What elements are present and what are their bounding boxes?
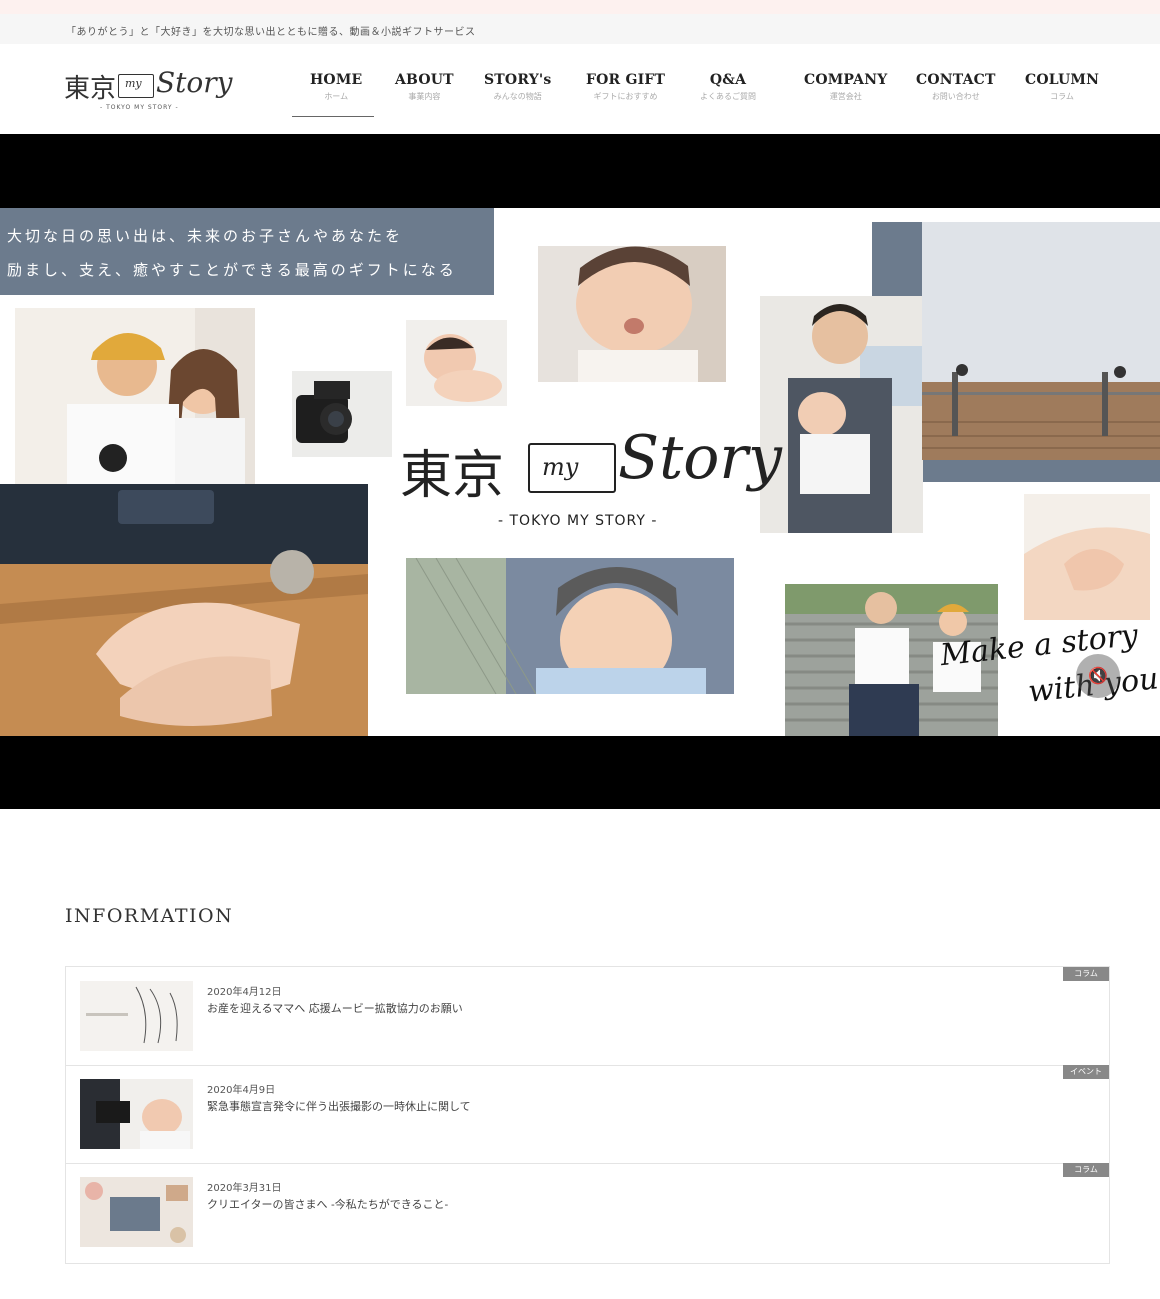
info-date: 2020年3月31日 — [207, 1183, 282, 1194]
nav-item-for-gift[interactable]: FOR GIFT ギフトにおすすめ — [586, 72, 665, 102]
hero-logo-book-text: my — [542, 453, 579, 481]
hero-logo-script: Story — [618, 423, 782, 493]
nav-item-stories[interactable]: STORY's みんなの物語 — [484, 72, 552, 102]
nav-sublabel: お問い合わせ — [931, 92, 980, 101]
nav-sublabel: 事業内容 — [408, 92, 441, 101]
photo-camera — [292, 371, 392, 457]
info-date: 2020年4月12日 — [207, 987, 282, 998]
nav-sublabel: みんなの物語 — [493, 92, 542, 101]
main-nav: HOME ホーム ABOUT 事業内容 STORY's みんなの物語 FOR GIFT… — [0, 72, 1160, 122]
hero-tagline-line2: 励まし、支え、癒やすことができる最高のギフトになる — [7, 261, 457, 279]
photo-observation-deck — [922, 222, 1160, 460]
nav-item-contact[interactable]: CONTACT お問い合わせ — [916, 72, 996, 102]
info-title[interactable]: 緊急事態宣言発令に伴う出張撮影の一時休止に関して — [207, 1098, 471, 1114]
nav-label: COMPANY — [804, 72, 888, 88]
hero-slogan: Make a story with you — [939, 618, 1160, 718]
nav-label: ABOUT — [395, 72, 454, 88]
hero-collage: 大切な日の思い出は、未来のお子さんやあなたを 励まし、支え、癒やすことができる最… — [0, 208, 1160, 736]
nav-label: HOME — [310, 72, 363, 88]
nav-sublabel: ギフトにおすすめ — [593, 92, 658, 101]
category-badge: イベント — [1063, 1065, 1109, 1079]
photo-baby-hand — [1024, 494, 1150, 620]
hero-tagline-box: 大切な日の思い出は、未来のお子さんやあなたを 励まし、支え、癒やすことができる最… — [0, 208, 494, 295]
information-heading: INFORMATION — [65, 905, 234, 927]
mute-icon[interactable]: 🔇 — [1076, 654, 1120, 698]
nav-item-qa[interactable]: Q&A よくあるご質問 — [700, 72, 756, 102]
hero-tagline-line1: 大切な日の思い出は、未来のお子さんやあなたを — [7, 227, 404, 245]
info-title[interactable]: お産を迎えるママへ 応援ムービー拡散協力のお願い — [207, 1000, 463, 1016]
hero-video[interactable]: 大切な日の思い出は、未来のお子さんやあなたを 励まし、支え、癒やすことができる最… — [0, 134, 1160, 809]
photo-baby-yawn — [538, 246, 726, 382]
thumbnail-image — [80, 1177, 193, 1247]
thumbnail-image — [80, 981, 193, 1051]
information-list: 2020年4月12日 お産を迎えるママへ 応援ムービー拡散協力のお願い コラム … — [65, 966, 1110, 1264]
top-accent-strip — [0, 0, 1160, 14]
nav-item-about[interactable]: ABOUT 事業内容 — [395, 72, 454, 102]
nav-sublabel: コラム — [1050, 92, 1074, 101]
nav-label: COLUMN — [1025, 72, 1100, 88]
nav-label: Q&A — [709, 72, 747, 88]
photo-baby-stroller — [406, 558, 734, 694]
list-item[interactable]: 2020年4月9日 緊急事態宣言発令に伴う出張撮影の一時休止に関して イベント — [66, 1065, 1109, 1164]
thumbnail-image — [80, 1079, 193, 1149]
photo-father-baby — [760, 296, 923, 533]
announcement-bar: 「ありがとう」と「大好き」を大切な思い出とともに贈る、動画＆小説ギフトサービス — [0, 14, 1160, 44]
nav-sublabel: 運営会社 — [829, 92, 862, 101]
category-badge: コラム — [1063, 967, 1109, 981]
hero-logo-book-icon: my — [528, 443, 616, 493]
hero-logo: 東京 my Story - TOKYO MY STORY - — [400, 413, 782, 533]
list-item[interactable]: 2020年3月31日 クリエイターの皆さまへ -今私たちができること- コラム — [66, 1163, 1109, 1261]
info-title[interactable]: クリエイターの皆さまへ -今私たちができること- — [207, 1196, 448, 1212]
site-header: 東京 my Story - TOKYO MY STORY - HOME ホーム A… — [0, 44, 1160, 134]
nav-item-column[interactable]: COLUMN コラム — [1025, 72, 1099, 102]
nav-active-underline — [292, 116, 374, 117]
nav-label: CONTACT — [916, 72, 996, 88]
nav-sublabel: ホーム — [324, 92, 349, 101]
nav-item-company[interactable]: COMPANY 運営会社 — [804, 72, 887, 102]
nav-item-home[interactable]: HOME ホーム — [310, 72, 362, 102]
category-badge: コラム — [1063, 1163, 1109, 1177]
info-date: 2020年4月9日 — [207, 1085, 276, 1096]
nav-sublabel: よくあるご質問 — [700, 92, 756, 101]
nav-label: FOR GIFT — [586, 72, 666, 88]
photo-newborn-small — [406, 320, 507, 406]
photo-hands — [0, 484, 368, 736]
photo-couple — [15, 308, 255, 494]
nav-label: STORY's — [484, 72, 552, 88]
list-item[interactable]: 2020年4月12日 お産を迎えるママへ 応援ムービー拡散協力のお願い コラム — [66, 967, 1109, 1066]
announcement-text: 「ありがとう」と「大好き」を大切な思い出とともに贈る、動画＆小説ギフトサービス — [66, 27, 476, 38]
hero-logo-kanji: 東京 — [400, 446, 505, 506]
hero-logo-subtitle: - TOKYO MY STORY - — [498, 513, 658, 529]
